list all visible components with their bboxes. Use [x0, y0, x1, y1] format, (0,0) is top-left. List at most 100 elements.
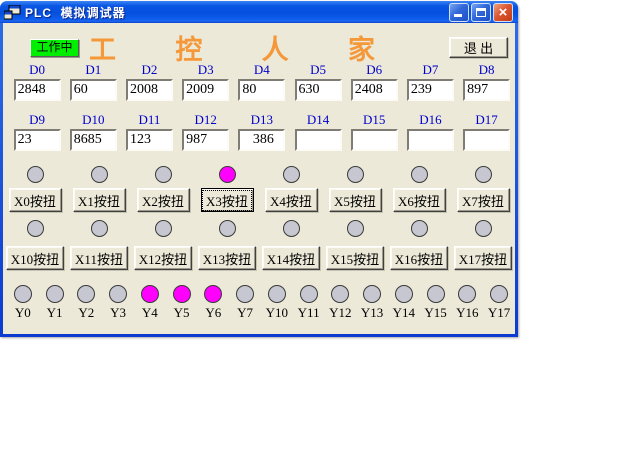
d-field-D5[interactable]	[295, 79, 342, 101]
d-register-slot: D2	[121, 62, 177, 101]
y-output-slot: Y16	[452, 285, 484, 321]
x-led-slot	[259, 166, 323, 183]
x-button-X17[interactable]: X17按扭	[454, 246, 512, 270]
y-led-Y6	[204, 285, 222, 303]
y-output-slot: Y13	[356, 285, 388, 321]
x-button-X14[interactable]: X14按扭	[262, 246, 320, 270]
d-field-D1[interactable]	[70, 79, 117, 101]
x-led-row-1	[3, 166, 515, 183]
x-button-X4[interactable]: X4按扭	[265, 188, 318, 212]
d-field-D0[interactable]	[14, 79, 61, 101]
y-output-slot: Y7	[229, 285, 261, 321]
x-button-X7[interactable]: X7按扭	[457, 188, 510, 212]
x-button-slot: X6按扭	[387, 188, 451, 212]
y-output-slot: Y17	[483, 285, 515, 321]
x-button-X12[interactable]: X12按扭	[134, 246, 192, 270]
y-label-Y15: Y15	[424, 305, 446, 321]
x-led-X3	[219, 166, 236, 183]
d-field-D8[interactable]	[463, 79, 510, 101]
x-button-row-2: X10按扭X11按扭X12按扭X13按扭X14按扭 X15按扭 X16按扭X17按扭	[3, 246, 515, 270]
x-button-slot: X16按扭	[387, 246, 451, 270]
y-led-Y3	[109, 285, 127, 303]
d-field-D12[interactable]	[182, 129, 229, 151]
maximize-button[interactable]	[471, 3, 491, 22]
x-button-X10[interactable]: X10按扭	[6, 246, 64, 270]
x-button-X15[interactable]: X15按扭	[326, 246, 384, 270]
y-label-Y3: Y3	[110, 305, 126, 321]
d-field-D17[interactable]	[463, 129, 510, 151]
d-field-D13[interactable]	[238, 129, 285, 151]
x-button-slot: X15按扭	[323, 246, 387, 270]
x-button-label: X7按扭	[458, 190, 508, 211]
x-button-X6[interactable]: X6按扭	[393, 188, 446, 212]
y-led-Y7	[236, 285, 254, 303]
x-button-X13[interactable]: X13按扭	[198, 246, 256, 270]
status-indicator-button[interactable]: 工作中	[30, 39, 79, 57]
minimize-button[interactable]	[449, 3, 469, 22]
close-icon: ×	[494, 4, 512, 21]
d-field-D3[interactable]	[182, 79, 229, 101]
titlebar[interactable]: PLC 模拟调试器 ×	[0, 1, 518, 23]
d-label-D7: D7	[422, 62, 438, 77]
x-led-slot	[67, 166, 131, 183]
x-button-label: X15按扭	[327, 248, 383, 269]
x-button-X2[interactable]: X2按扭	[137, 188, 190, 212]
y-led-Y10	[268, 285, 286, 303]
d-field-D11[interactable]	[126, 129, 173, 151]
d-field-D16[interactable]	[407, 129, 454, 151]
x-button-X0[interactable]: X0按扭	[9, 188, 62, 212]
d-field-D4[interactable]	[238, 79, 285, 101]
x-button-slot: X10按扭	[3, 246, 67, 270]
d-label-D10: D10	[82, 112, 104, 127]
x-button-slot: X11按扭	[67, 246, 131, 270]
d-register-slot: D3	[178, 62, 234, 101]
x-button-X3[interactable]: X3按扭	[201, 188, 254, 212]
x-button-label: X6按扭	[394, 190, 444, 211]
d-register-slot: D14	[290, 112, 346, 151]
x-button-X16[interactable]: X16按扭	[390, 246, 448, 270]
d-label-D12: D12	[194, 112, 216, 127]
d-label-D11: D11	[139, 112, 161, 127]
d-label-D5: D5	[310, 62, 326, 77]
x-led-slot	[3, 166, 67, 183]
y-output-slot: Y3	[102, 285, 134, 321]
x-button-label: X3按扭	[202, 190, 252, 211]
x-led-X16	[411, 220, 428, 237]
d-field-D14[interactable]	[295, 129, 342, 151]
d-register-slot: D9	[9, 112, 65, 151]
y-label-Y14: Y14	[393, 305, 415, 321]
x-button-X1[interactable]: X1按扭	[73, 188, 126, 212]
x-button-label: X0按扭	[10, 190, 60, 211]
d-field-D9[interactable]	[14, 129, 61, 151]
close-button[interactable]: ×	[493, 3, 513, 22]
d-label-D8: D8	[479, 62, 495, 77]
x-led-X5	[347, 166, 364, 183]
d-register-slot: D4	[234, 62, 290, 101]
y-label-Y0: Y0	[15, 305, 31, 321]
d-field-D10[interactable]	[70, 129, 117, 151]
y-label-Y16: Y16	[456, 305, 478, 321]
d-field-D15[interactable]	[351, 129, 398, 151]
d-field-D2[interactable]	[126, 79, 173, 101]
y-output-slot: Y14	[388, 285, 420, 321]
d-label-D15: D15	[363, 112, 385, 127]
d-field-D6[interactable]	[351, 79, 398, 101]
x-led-X17	[475, 220, 492, 237]
y-output-slot: Y1	[39, 285, 71, 321]
x-led-slot	[259, 220, 323, 237]
x-button-X5[interactable]: X5按扭	[329, 188, 382, 212]
y-output-slot: Y4	[134, 285, 166, 321]
d-register-slot: D0	[9, 62, 65, 101]
y-output-slot: Y10	[261, 285, 293, 321]
y-led-Y16	[458, 285, 476, 303]
x-led-slot	[323, 166, 387, 183]
d-label-D13: D13	[251, 112, 273, 127]
x-led-slot	[195, 220, 259, 237]
d-field-D7[interactable]	[407, 79, 454, 101]
x-button-X11[interactable]: X11按扭	[70, 246, 128, 270]
d-register-slot: D5	[290, 62, 346, 101]
y-led-Y13	[363, 285, 381, 303]
exit-button[interactable]: 退 出	[449, 37, 508, 58]
y-label-Y11: Y11	[298, 305, 320, 321]
d-register-row-2: D9D10D11D12D13D14D15D16D17	[9, 112, 515, 151]
